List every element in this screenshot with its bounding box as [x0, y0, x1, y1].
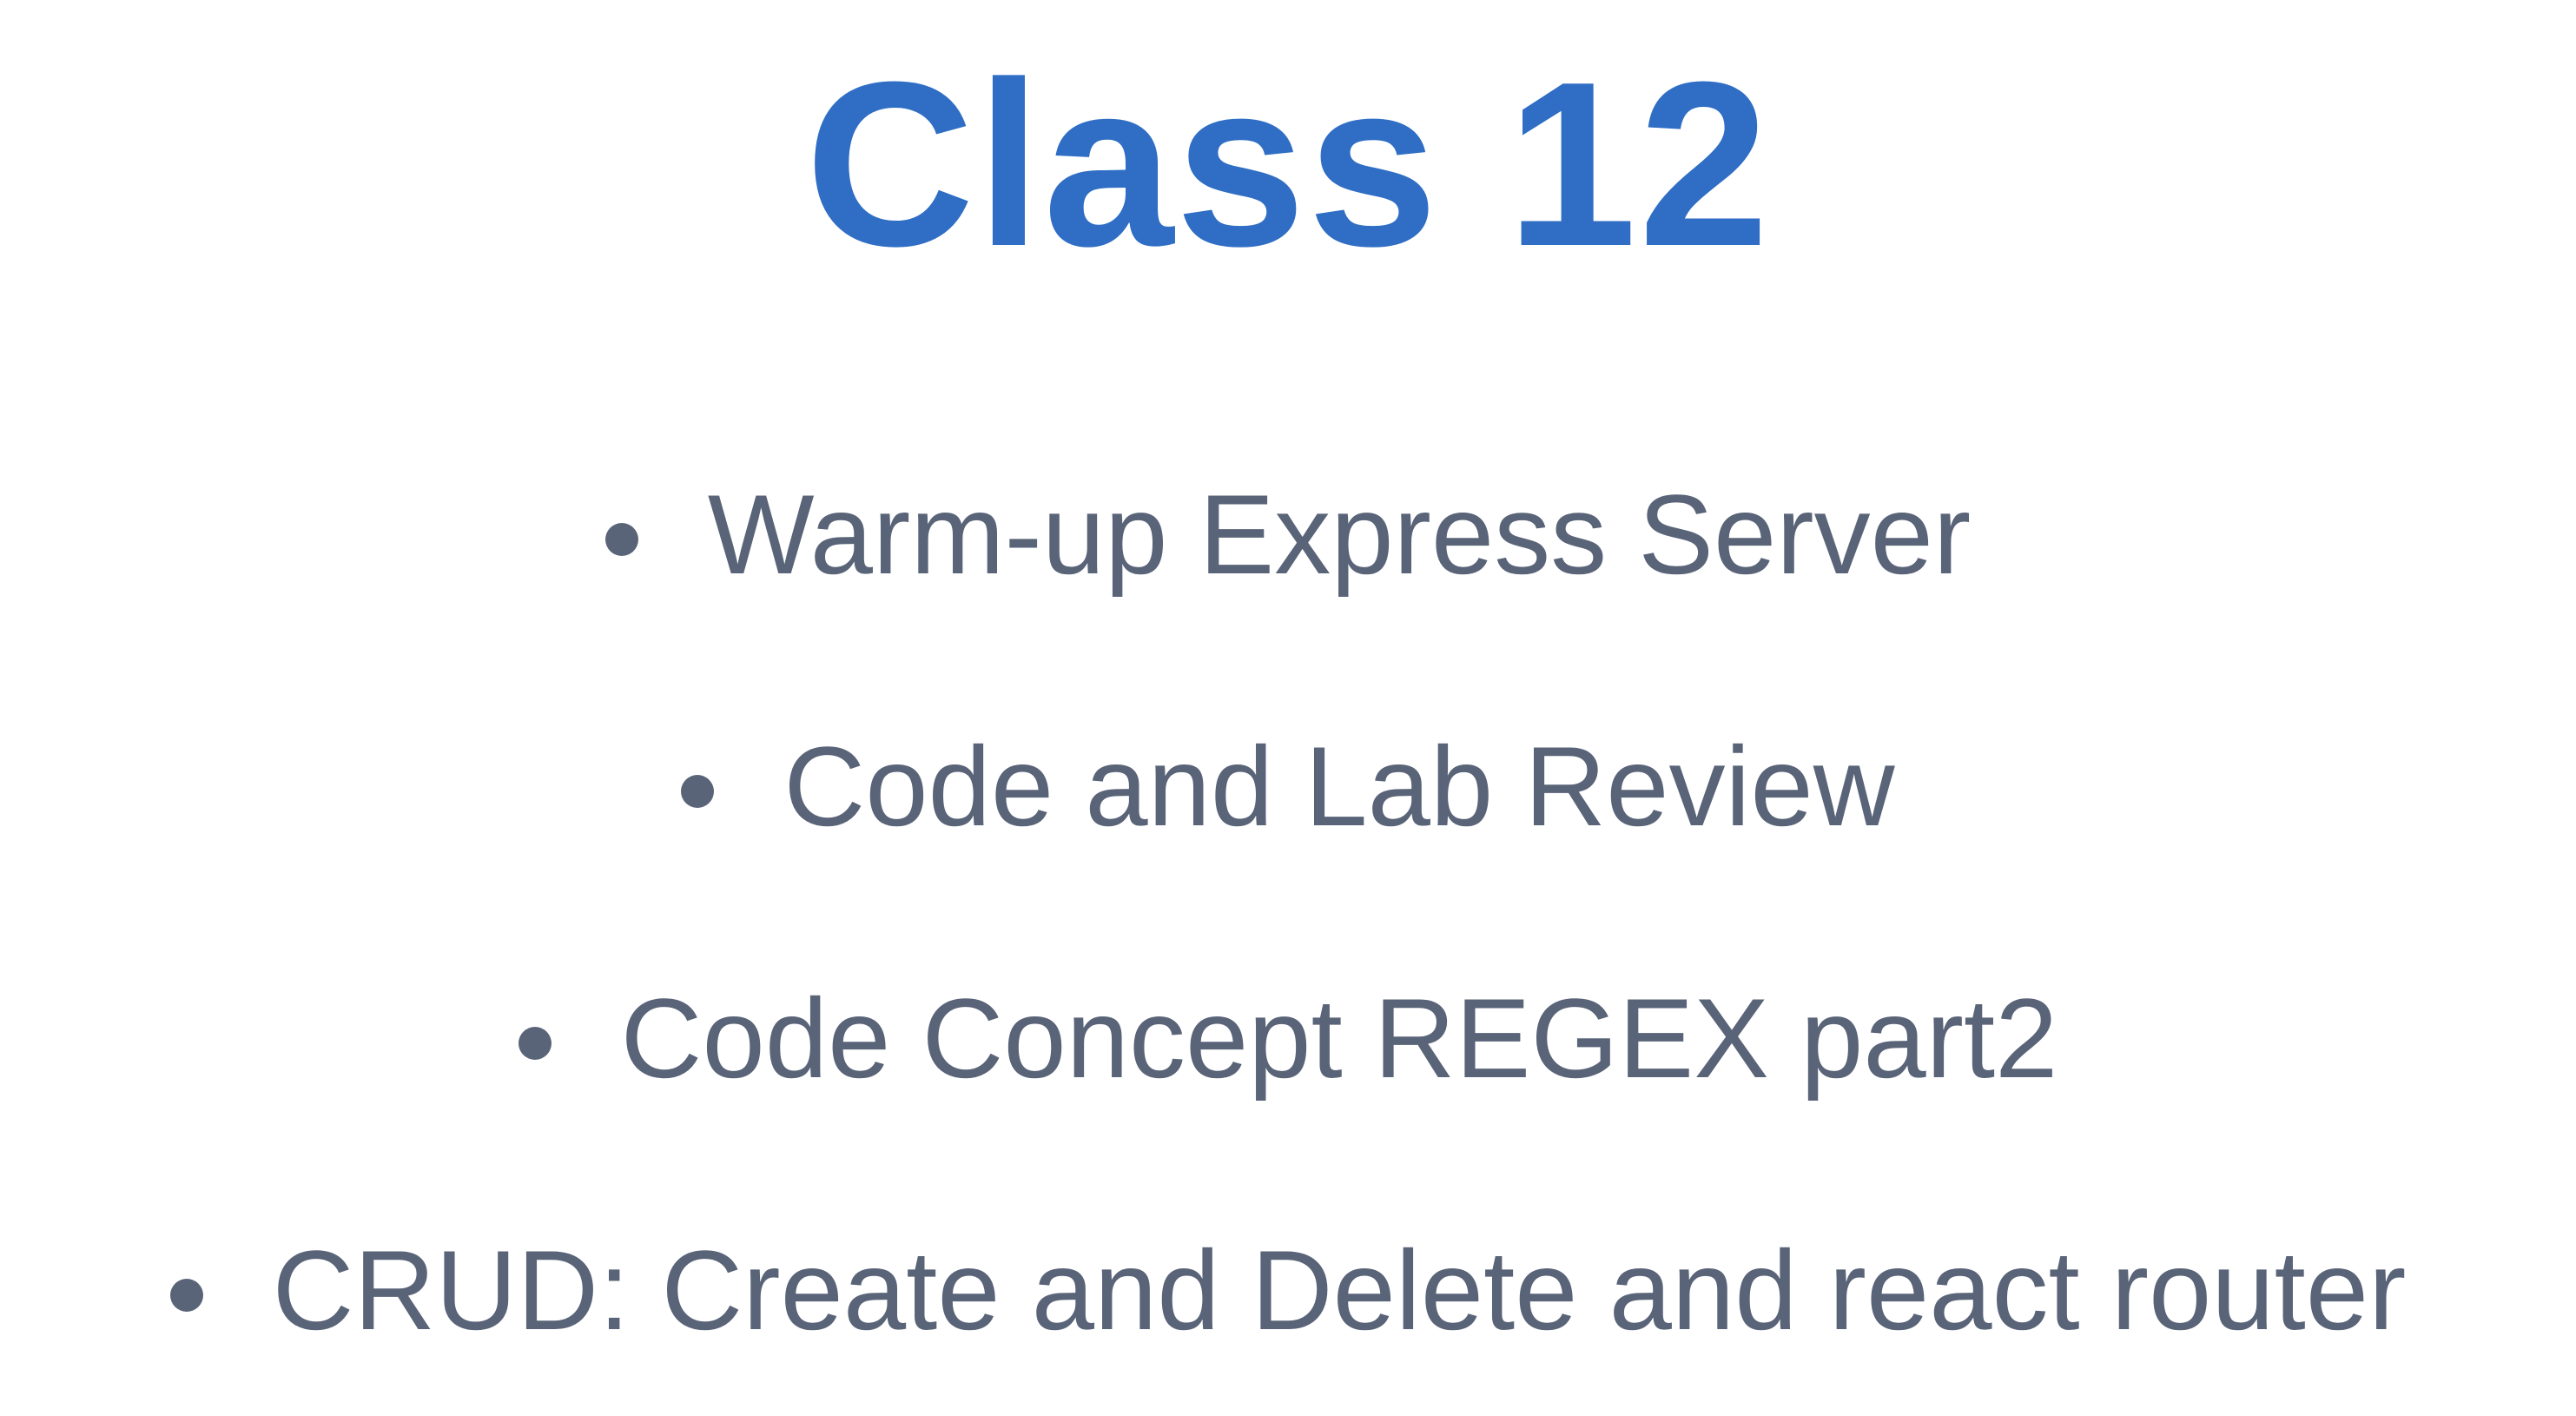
bullet-text: Code and Lab Review: [783, 723, 1895, 850]
bullet-item: Warm-up Express Server: [0, 408, 2576, 660]
bullet-item: Code and Lab Review: [0, 660, 2576, 912]
bullet-text: CRUD: Create and Delete and react router: [272, 1227, 2407, 1353]
slide-title: Class 12: [805, 34, 1771, 295]
bullet-item: Code Concept REGEX part2: [0, 912, 2576, 1164]
slide: Class 12 Warm-up Express Server Code and…: [0, 0, 2576, 1369]
bullet-item: CRUD: Create and Delete and react router: [0, 1164, 2576, 1416]
bullet-icon: [169, 1279, 203, 1312]
bullet-text: Warm-up Express Server: [707, 471, 1972, 598]
bullet-list: Warm-up Express Server Code and Lab Revi…: [0, 408, 2576, 1416]
bullet-icon: [604, 523, 638, 556]
bullet-text: Code Concept REGEX part2: [620, 975, 2058, 1102]
bullet-icon: [681, 775, 715, 808]
bullet-icon: [518, 1027, 552, 1060]
